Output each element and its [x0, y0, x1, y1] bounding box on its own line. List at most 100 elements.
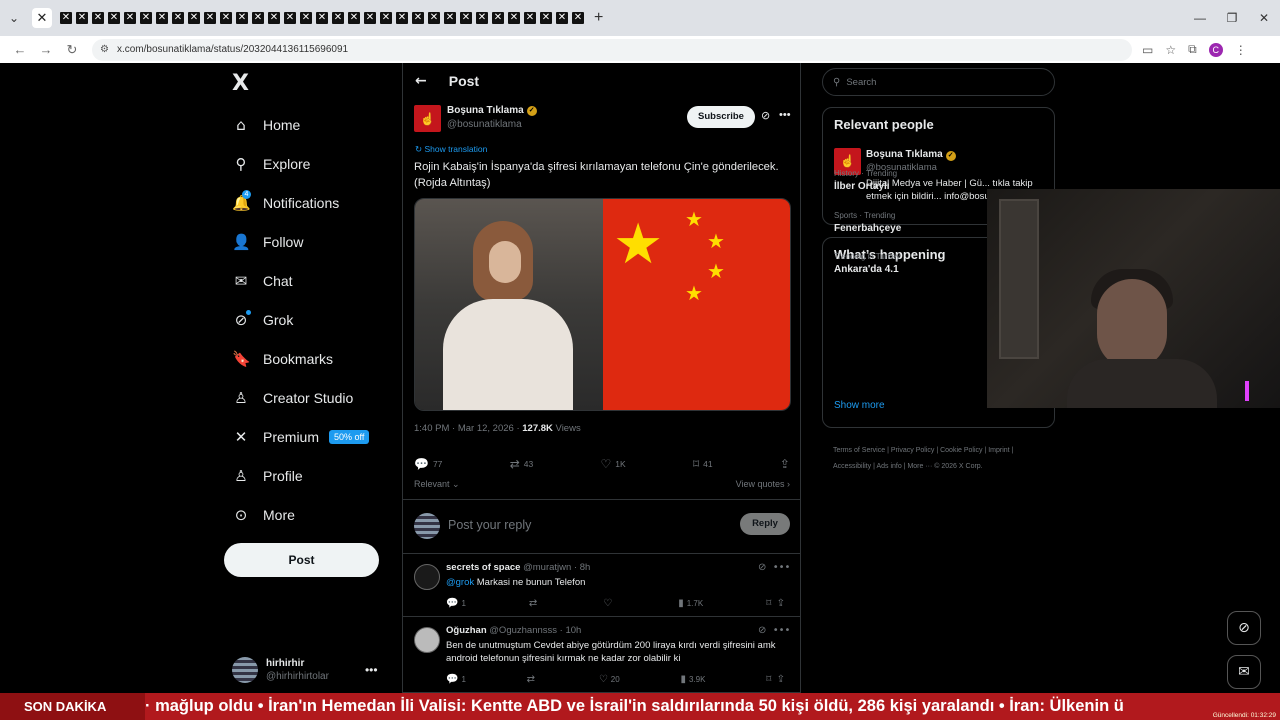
x-tab-favicon-icon[interactable]: ✕ — [570, 10, 586, 26]
avatar[interactable] — [414, 627, 440, 653]
like-action[interactable]: ♡ 1K — [601, 457, 626, 471]
show-more-link[interactable]: Show more — [834, 400, 885, 411]
like-action[interactable]: ♡ 20 — [599, 674, 620, 685]
like-action[interactable]: ♡ — [603, 598, 615, 609]
tab-search-icon[interactable]: ⌄ — [0, 4, 28, 32]
x-tab-favicon-icon[interactable]: ✕ — [506, 10, 522, 26]
search-input[interactable]: ⚲ Search — [822, 68, 1055, 96]
x-tab-favicon-icon[interactable]: ✕ — [394, 10, 410, 26]
view-quotes-link[interactable]: View quotes › — [736, 479, 790, 490]
x-tab-favicon-icon[interactable]: ✕ — [218, 10, 234, 26]
reply-item[interactable]: secrets of space @muratjwn · 8h ⊘ ••• @g… — [403, 554, 801, 617]
forward-icon[interactable]: → — [34, 42, 58, 57]
reply-action[interactable]: 💬 77 — [414, 457, 442, 471]
x-tab-favicon-icon[interactable]: ✕ — [186, 10, 202, 26]
nav-item-profile[interactable]: ♙ Profile — [232, 456, 369, 495]
post-button[interactable]: Post — [224, 543, 379, 577]
more-dots-icon[interactable]: ••• — [779, 109, 791, 121]
x-tab-favicon-icon[interactable]: ✕ — [442, 10, 458, 26]
reply-input[interactable]: Post your reply — [448, 518, 531, 532]
views-action[interactable]: ▮ 3.9K — [680, 674, 705, 685]
close-tab-icon[interactable]: ✕ — [32, 8, 52, 28]
nav-item-chat[interactable]: ✉ Chat — [232, 261, 369, 300]
minimize-icon[interactable]: — — [1184, 11, 1216, 25]
author-name[interactable]: Boşuna Tıklama — [447, 105, 524, 116]
x-tab-favicon-icon[interactable]: ✕ — [250, 10, 266, 26]
x-tab-favicon-icon[interactable]: ✕ — [474, 10, 490, 26]
back-icon[interactable]: ← — [8, 42, 32, 57]
trend-item[interactable]: History · Trending İlber Ortaylı — [834, 169, 897, 192]
install-icon[interactable]: ▭ — [1142, 43, 1153, 57]
profile-avatar[interactable]: C — [1208, 42, 1223, 57]
x-tab-favicon-icon[interactable]: ✕ — [266, 10, 282, 26]
x-tab-favicon-icon[interactable]: ✕ — [90, 10, 106, 26]
nav-item-grok[interactable]: ⊘ Grok — [232, 300, 369, 339]
nav-item-premium[interactable]: ✕ Premium 50% off — [232, 417, 370, 456]
repost-action[interactable]: ⇄ — [527, 674, 538, 685]
grok-icon[interactable]: ⊘ — [758, 625, 766, 636]
mention-link[interactable]: @grok — [446, 577, 474, 588]
back-arrow-icon[interactable]: ← — [415, 73, 427, 89]
reply-time[interactable]: 8h — [580, 562, 591, 573]
post-author[interactable]: ☝ Boşuna Tıklama ✓ @bosunatiklama — [414, 105, 537, 132]
site-info-icon[interactable]: ⚙ — [100, 44, 109, 55]
grok-icon[interactable]: ⊘ — [761, 109, 770, 122]
x-tab-favicon-icon[interactable]: ✕ — [426, 10, 442, 26]
close-window-icon[interactable]: ✕ — [1248, 11, 1280, 25]
bookmark-share[interactable]: ⌑ ⇪ — [766, 598, 788, 609]
x-tab-favicon-icon[interactable]: ✕ — [74, 10, 90, 26]
x-tab-favicon-icon[interactable]: ✕ — [362, 10, 378, 26]
reply-button[interactable]: Reply — [740, 513, 790, 535]
menu-icon[interactable]: ⋮ — [1235, 43, 1247, 57]
x-tab-favicon-icon[interactable]: ✕ — [490, 10, 506, 26]
reply-time[interactable]: 10h — [565, 625, 581, 636]
x-tab-favicon-icon[interactable]: ✕ — [58, 10, 74, 26]
reload-icon[interactable]: ↻ — [60, 42, 84, 58]
x-logo-icon[interactable]: X — [232, 71, 249, 96]
x-tab-favicon-icon[interactable]: ✕ — [522, 10, 538, 26]
trend-item[interactable]: Sports · Trending Fenerbahçeye — [834, 211, 901, 234]
footer-links[interactable]: Terms of Service | Privacy Policy | Cook… — [833, 443, 1053, 475]
subscribe-button[interactable]: Subscribe — [687, 106, 755, 128]
more-dots-icon[interactable]: ••• — [773, 625, 791, 636]
x-tab-favicon-icon[interactable]: ✕ — [122, 10, 138, 26]
x-tab-favicon-icon[interactable]: ✕ — [346, 10, 362, 26]
restore-icon[interactable]: ❐ — [1216, 11, 1248, 25]
account-switcher[interactable]: hirhirhir @hirhirhirtolar ••• — [232, 655, 392, 685]
x-tab-favicon-icon[interactable]: ✕ — [282, 10, 298, 26]
avatar[interactable] — [414, 564, 440, 590]
extensions-icon[interactable]: ⧉ — [1188, 42, 1197, 57]
x-tab-favicon-icon[interactable]: ✕ — [314, 10, 330, 26]
more-dots-icon[interactable]: ••• — [365, 663, 378, 677]
reply-action[interactable]: 💬 1 — [446, 598, 466, 609]
x-tab-favicon-icon[interactable]: ✕ — [234, 10, 250, 26]
post-time[interactable]: 1:40 PM · Mar 12, 2026 · — [414, 423, 522, 434]
reply-action[interactable]: 💬 1 — [446, 674, 466, 685]
repost-action[interactable]: ⇄ — [529, 598, 540, 609]
views-action[interactable]: ▮ 1.7K — [678, 598, 703, 609]
x-tab-favicon-icon[interactable]: ✕ — [330, 10, 346, 26]
share-action[interactable]: ⇪ — [780, 457, 790, 471]
x-tab-favicon-icon[interactable]: ✕ — [410, 10, 426, 26]
url-field[interactable]: ⚙ x.com/bosunatiklama/status/20320441361… — [92, 38, 1132, 61]
star-icon[interactable]: ☆ — [1165, 43, 1176, 57]
x-tab-favicon-icon[interactable]: ✕ — [170, 10, 186, 26]
x-tab-favicon-icon[interactable]: ✕ — [106, 10, 122, 26]
x-tab-favicon-icon[interactable]: ✕ — [538, 10, 554, 26]
x-tab-favicon-icon[interactable]: ✕ — [138, 10, 154, 26]
x-tab-favicon-icon[interactable]: ✕ — [154, 10, 170, 26]
nav-item-notifications[interactable]: 🔔 4 Notifications — [232, 183, 369, 222]
messages-fab-icon[interactable]: ✉ — [1227, 655, 1261, 689]
x-tab-favicon-icon[interactable]: ✕ — [202, 10, 218, 26]
reply-author[interactable]: Oğuzhan — [446, 625, 487, 636]
more-dots-icon[interactable]: ••• — [773, 562, 791, 573]
post-media[interactable]: ★ ★ ★ ★ ★ — [414, 198, 791, 411]
bookmark-action[interactable]: ⌑ 41 — [693, 457, 713, 471]
trend-item[interactable]: Trending in Turkey Ankara'da 4.1 — [834, 252, 900, 275]
nav-item-bookmarks[interactable]: 🔖 Bookmarks — [232, 339, 369, 378]
new-tab-icon[interactable]: + — [594, 9, 603, 27]
sort-dropdown[interactable]: Relevant ⌄ — [414, 479, 460, 490]
reply-item[interactable]: Oğuzhan @Oguzhannsss · 10h ⊘ ••• Ben de … — [403, 617, 801, 693]
nav-item-follow[interactable]: 👤 Follow — [232, 222, 369, 261]
nav-item-explore[interactable]: ⚲ Explore — [232, 144, 369, 183]
